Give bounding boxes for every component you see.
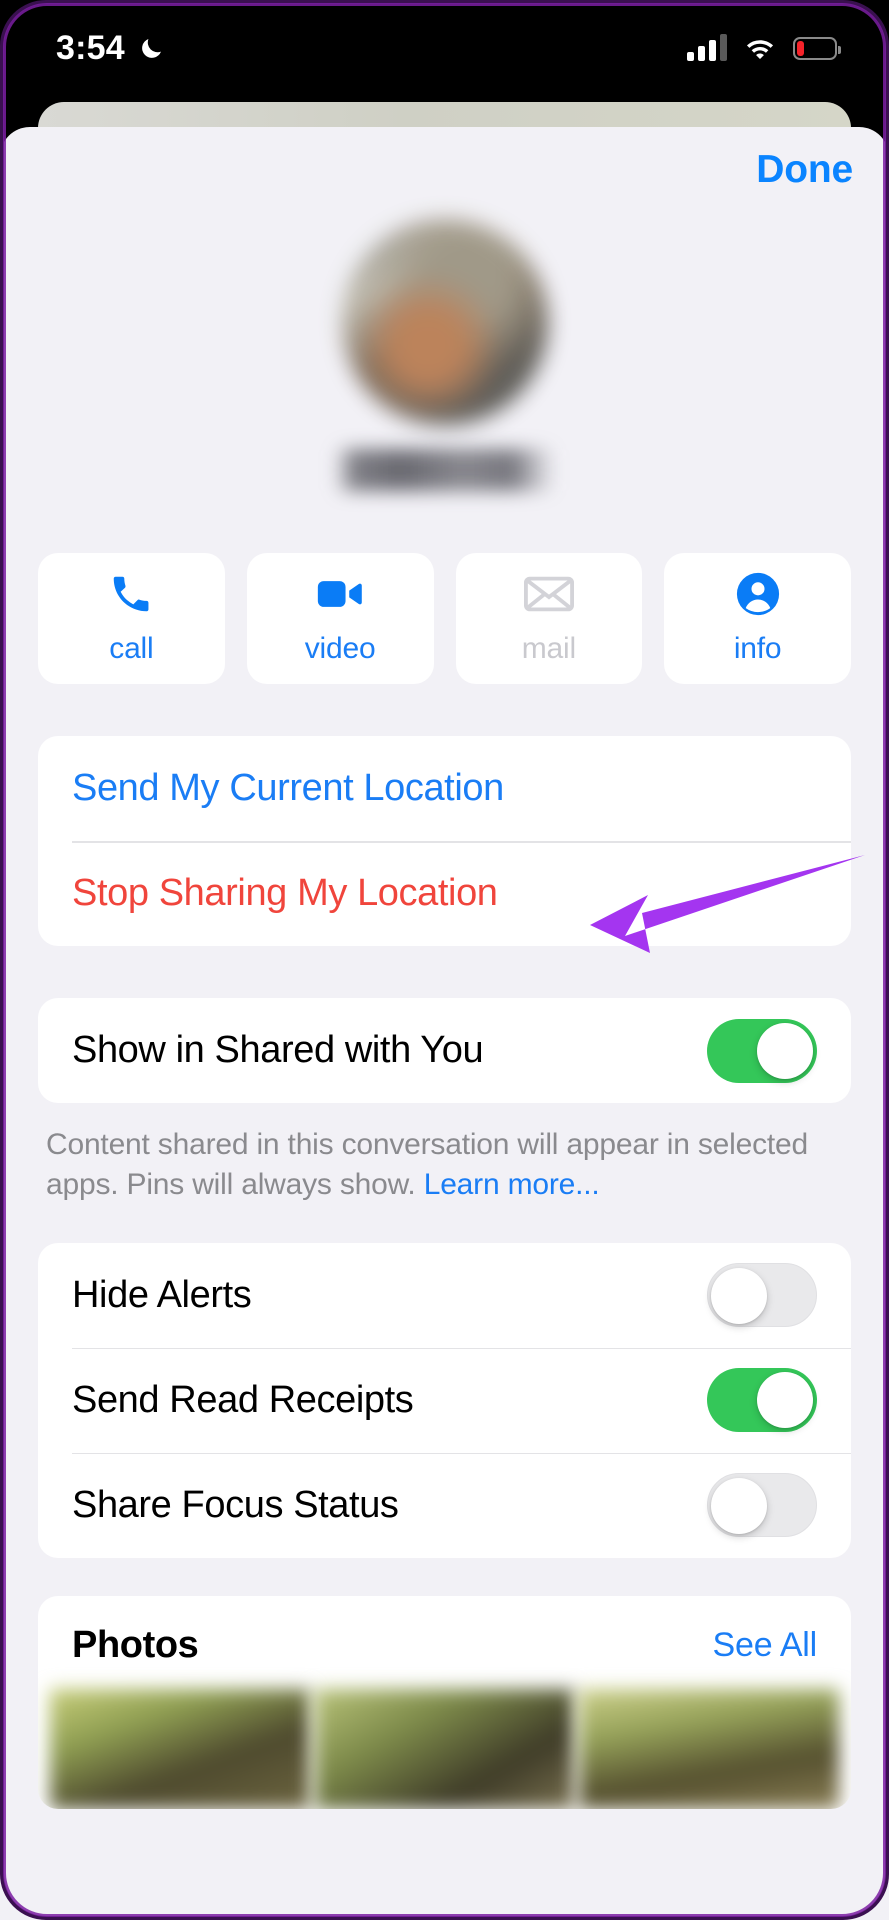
- status-bar-clock: 3:54: [56, 28, 125, 67]
- phone-screen: 3:54 Done call video mail info Send My C…: [0, 0, 889, 1920]
- photo-thumbnail[interactable]: [50, 1688, 310, 1809]
- done-button[interactable]: Done: [756, 148, 853, 192]
- show-in-shared-with-you-label: Show in Shared with You: [72, 1029, 484, 1071]
- photos-thumbnail-strip: [38, 1688, 851, 1809]
- shared-with-you-footnote: Content shared in this conversation will…: [46, 1125, 843, 1205]
- share-focus-status-label: Share Focus Status: [72, 1483, 399, 1526]
- quick-actions-row: call video mail info: [0, 553, 889, 684]
- wifi-icon: [746, 40, 774, 59]
- photo-thumbnail[interactable]: [579, 1688, 840, 1809]
- moon-icon: [141, 39, 161, 58]
- contact-name: [334, 449, 555, 491]
- status-bar-right: [687, 34, 841, 61]
- hide-alerts-row[interactable]: Hide Alerts: [38, 1243, 851, 1348]
- hide-alerts-toggle[interactable]: [707, 1263, 817, 1328]
- send-read-receipts-row[interactable]: Send Read Receipts: [38, 1347, 851, 1453]
- photos-card: Photos See All: [38, 1595, 851, 1809]
- battery-icon: [793, 36, 841, 60]
- stop-sharing-my-location-row[interactable]: Stop Sharing My Location: [38, 841, 851, 946]
- send-read-receipts-label: Send Read Receipts: [72, 1378, 414, 1421]
- photos-see-all-link[interactable]: See All: [713, 1626, 818, 1665]
- mail-button-label: mail: [521, 632, 576, 665]
- shared-with-you-card: Show in Shared with You: [38, 998, 851, 1103]
- show-in-shared-with-you-row[interactable]: Show in Shared with You: [38, 998, 851, 1103]
- person-circle-icon: [735, 571, 781, 617]
- envelope-icon: [523, 571, 574, 617]
- share-focus-status-toggle[interactable]: [707, 1473, 817, 1538]
- video-button[interactable]: video: [246, 553, 434, 684]
- share-focus-status-row[interactable]: Share Focus Status: [38, 1452, 851, 1558]
- location-card: Send My Current Location Stop Sharing My…: [38, 736, 851, 946]
- learn-more-link[interactable]: Learn more...: [424, 1168, 600, 1201]
- status-bar: 3:54: [0, 0, 889, 96]
- conversation-settings-card: Hide Alerts Send Read Receipts Share Foc…: [38, 1242, 851, 1558]
- call-button-label: call: [109, 632, 154, 665]
- hide-alerts-label: Hide Alerts: [72, 1273, 252, 1316]
- photos-title: Photos: [72, 1623, 199, 1666]
- photos-header: Photos See All: [38, 1596, 851, 1689]
- send-my-current-location-row[interactable]: Send My Current Location: [38, 736, 851, 841]
- phone-icon: [108, 571, 154, 617]
- video-button-label: video: [304, 632, 376, 665]
- call-button[interactable]: call: [38, 553, 225, 684]
- contact-details-sheet: Done call video mail info Send My Curren…: [0, 127, 889, 1920]
- show-in-shared-with-you-toggle[interactable]: [707, 1018, 817, 1083]
- info-button-label: info: [733, 632, 782, 665]
- photo-thumbnail[interactable]: [314, 1688, 575, 1809]
- contact-header: [0, 219, 889, 491]
- cellular-signal-icon: [687, 34, 727, 61]
- stop-sharing-my-location-label: Stop Sharing My Location: [72, 872, 498, 914]
- info-button[interactable]: info: [664, 553, 851, 684]
- mail-button: mail: [455, 553, 643, 684]
- avatar[interactable]: [341, 219, 548, 425]
- status-bar-left: 3:54: [56, 29, 165, 68]
- send-read-receipts-toggle[interactable]: [707, 1368, 817, 1433]
- send-my-current-location-label: Send My Current Location: [72, 767, 504, 809]
- video-camera-icon: [316, 571, 364, 617]
- sheet-header: Done: [0, 127, 889, 213]
